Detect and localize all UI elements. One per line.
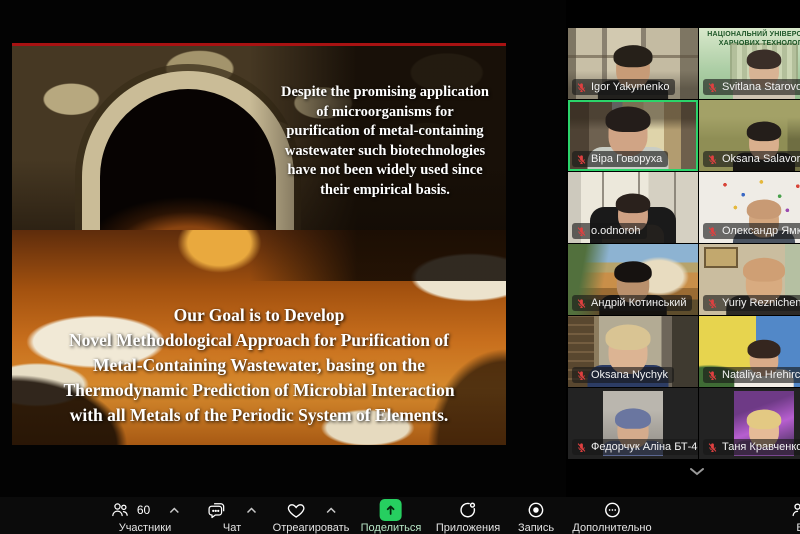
toolbar-item-chat[interactable]: Чат: [207, 499, 257, 534]
university-banner-text: НАЦІОНАЛЬНИЙ УНІВЕРСИТЕТХАРЧОВИХ ТЕХНОЛО…: [699, 30, 800, 48]
participant-name-badge: Таня Кравченко: [703, 439, 800, 455]
partial-icon: [790, 500, 800, 520]
goal-line-3: Metal-Containing Wastewater, basing on t…: [26, 353, 492, 378]
participant-name: Nataliya Hrehircha: [722, 369, 800, 381]
video-tile-svitlana-starovoitova[interactable]: НАЦІОНАЛЬНИЙ УНІВЕРСИТЕТХАРЧОВИХ ТЕХНОЛО…: [699, 28, 800, 99]
share-screen-icon: [380, 499, 402, 521]
muted-mic-icon: [576, 154, 587, 165]
video-tile-oleksandr-yamkovyi[interactable]: Олександр Ямкови: [699, 172, 800, 243]
participant-name: Таня Кравченко: [722, 441, 800, 453]
video-tile-nataliya-hrehirchak[interactable]: Nataliya Hrehircha: [699, 316, 800, 387]
muted-mic-icon: [576, 370, 587, 381]
muted-mic-icon: [707, 154, 718, 165]
video-tile-fedorchuk-alina[interactable]: Федорчук Аліна БТ-4-2: [568, 388, 698, 459]
video-tile-oksana-salavor[interactable]: Oksana Salavor: [699, 100, 800, 171]
toolbar-label: Поделиться: [361, 522, 422, 534]
toolbar-label: Дополнительно: [572, 522, 651, 534]
participant-name-badge: Igor Yakymenko: [572, 79, 675, 95]
more-icon: [602, 500, 622, 520]
participant-name: Федорчук Аліна БТ-4-2: [591, 441, 698, 453]
toolbar-item-record[interactable]: Запись: [518, 499, 554, 534]
slide-goal-text: Our Goal is to Develop Novel Methodologi…: [26, 303, 492, 428]
video-tile-o-odnoroh[interactable]: o.odnoroh: [568, 172, 698, 243]
video-tile-yuriy-reznichenko[interactable]: Yuriy Reznichenko: [699, 244, 800, 315]
participant-name-badge: Oksana Nychyk: [572, 367, 674, 383]
muted-mic-icon: [707, 298, 718, 309]
participant-name: o.odnoroh: [591, 225, 641, 237]
goal-line-5: with all Metals of the Periodic System o…: [26, 403, 492, 428]
chevron-up-icon[interactable]: [169, 507, 180, 514]
participant-name: Олександр Ямкови: [722, 225, 800, 237]
goal-line-4: Thermodynamic Prediction of Microbial In…: [26, 378, 492, 403]
video-tile-vira-hovorukha-active-speaker[interactable]: Віра Говоруха: [568, 100, 698, 171]
participant-name: Svitlana Starovoito: [722, 81, 800, 93]
participant-count: 60: [137, 503, 150, 517]
toolbar-label: Запись: [518, 522, 554, 534]
muted-mic-icon: [707, 82, 718, 93]
muted-mic-icon: [576, 298, 587, 309]
participant-name-badge: Олександр Ямкови: [703, 223, 800, 239]
muted-mic-icon: [576, 226, 587, 237]
participant-name-badge: Андрій Котинський: [572, 295, 692, 311]
toolbar-label: Приложения: [436, 522, 500, 534]
muted-mic-icon: [707, 442, 718, 453]
slide-red-border: [12, 43, 506, 46]
toolbar-label: В: [796, 522, 800, 534]
goal-line-2: Novel Methodological Approach for Purifi…: [26, 328, 492, 353]
toolbar-label: Отреагировать: [273, 522, 350, 534]
chevron-up-icon[interactable]: [326, 507, 337, 514]
toolbar-item-clipped-right[interactable]: В: [790, 499, 800, 534]
meeting-toolbar: 60 Участники Чат Отреагировать Поделитьс…: [0, 497, 800, 534]
participant-name: Oksana Nychyk: [591, 369, 668, 381]
participant-name: Yuriy Reznichenko: [722, 297, 800, 309]
slide-paragraph: Despite the promising application of mic…: [278, 83, 492, 200]
participant-name-badge: Svitlana Starovoito: [703, 79, 800, 95]
goal-line-1: Our Goal is to Develop: [26, 303, 492, 328]
heart-icon: [286, 500, 307, 521]
record-icon: [526, 500, 546, 520]
chevron-up-icon[interactable]: [246, 507, 257, 514]
video-tile-oksana-nychyk[interactable]: Oksana Nychyk: [568, 316, 698, 387]
toolbar-item-apps[interactable]: Приложения: [436, 499, 500, 534]
participant-name-badge: Віра Говоруха: [572, 151, 668, 167]
muted-mic-icon: [707, 226, 718, 237]
toolbar-item-react[interactable]: Отреагировать: [273, 499, 350, 534]
toolbar-item-more[interactable]: Дополнительно: [572, 499, 651, 534]
more-participants-button[interactable]: [684, 465, 710, 479]
participant-name-badge: Yuriy Reznichenko: [703, 295, 800, 311]
toolbar-label: Чат: [223, 522, 241, 534]
participant-name: Андрій Котинський: [591, 297, 686, 309]
participant-name-badge: Федорчук Аліна БТ-4-2: [572, 439, 698, 455]
toolbar-label: Участники: [119, 522, 172, 534]
chevron-down-icon: [689, 467, 705, 477]
muted-mic-icon: [576, 442, 587, 453]
video-tile-igor-yakymenko[interactable]: Igor Yakymenko: [568, 28, 698, 99]
participant-name-badge: Oksana Salavor: [703, 151, 800, 167]
video-tile-andrii-kotynskyi[interactable]: Андрій Котинський: [568, 244, 698, 315]
chat-icon: [207, 500, 227, 520]
participant-name: Oksana Salavor: [722, 153, 800, 165]
apps-icon: [458, 500, 478, 520]
shared-screen-region: Despite the promising application of mic…: [0, 0, 566, 497]
participant-name: Віра Говоруха: [591, 153, 662, 165]
toolbar-item-share-screen[interactable]: Поделиться: [361, 499, 422, 534]
participants-icon: [110, 500, 130, 520]
participant-name-badge: Nataliya Hrehircha: [703, 367, 800, 383]
participant-name: Igor Yakymenko: [591, 81, 669, 93]
muted-mic-icon: [707, 370, 718, 381]
muted-mic-icon: [576, 82, 587, 93]
video-tile-tania-kravchenko[interactable]: Таня Кравченко: [699, 388, 800, 459]
participant-name-badge: o.odnoroh: [572, 223, 647, 239]
toolbar-item-participants[interactable]: 60 Участники: [110, 499, 180, 534]
presentation-slide: Despite the promising application of mic…: [12, 43, 506, 445]
participants-panel: Igor Yakymenko НАЦІОНАЛЬНИЙ УНІВЕРСИТЕТХ…: [568, 28, 800, 461]
